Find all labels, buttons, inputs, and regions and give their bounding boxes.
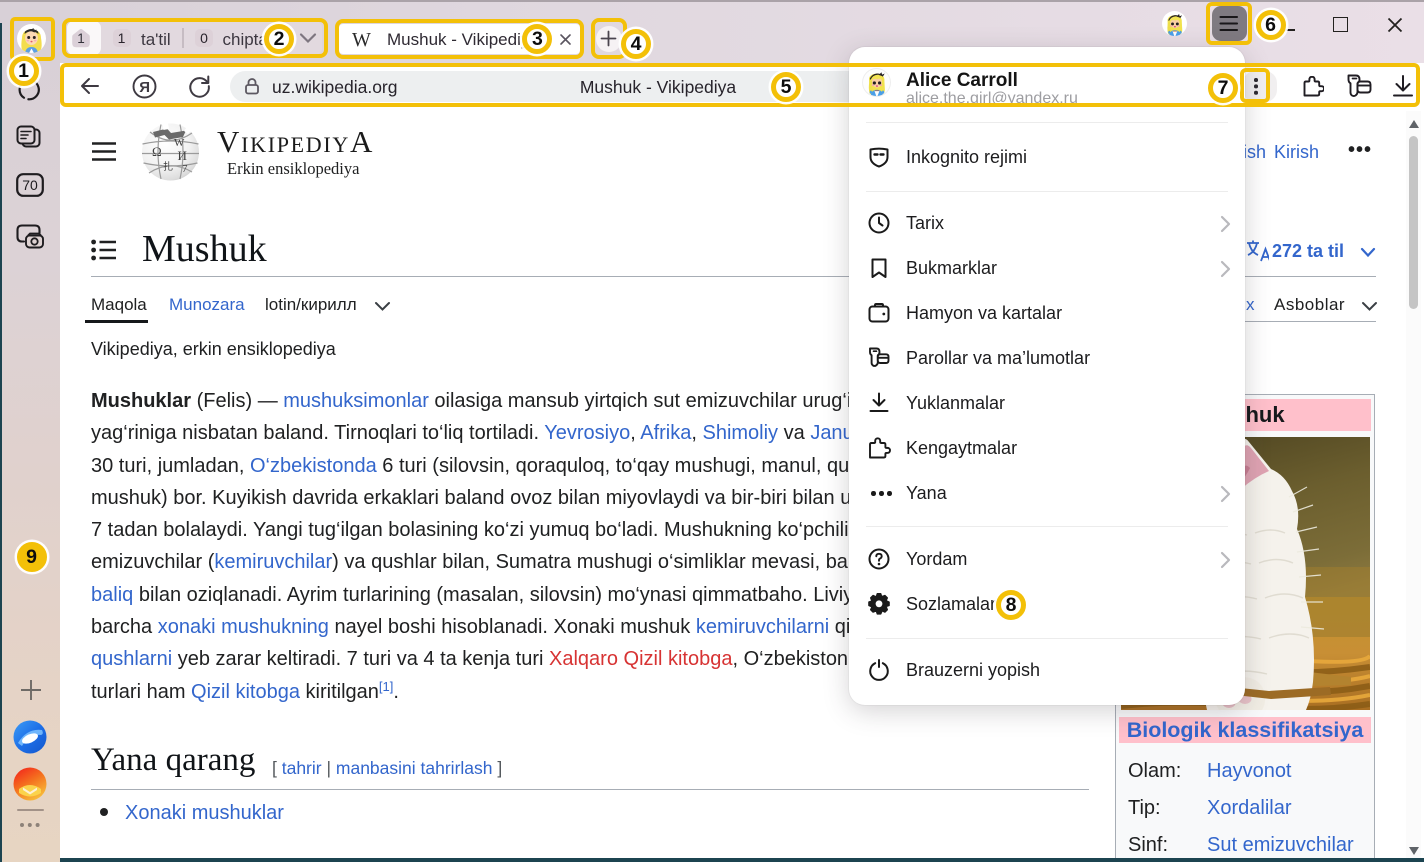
svg-text:7: 7 — [182, 163, 188, 175]
svg-text:扎: 扎 — [163, 160, 173, 173]
svg-text:70: 70 — [22, 177, 38, 193]
svg-text:1: 1 — [77, 31, 85, 46]
svg-text:Ω: Ω — [152, 144, 162, 159]
svg-text:И: И — [178, 148, 187, 163]
